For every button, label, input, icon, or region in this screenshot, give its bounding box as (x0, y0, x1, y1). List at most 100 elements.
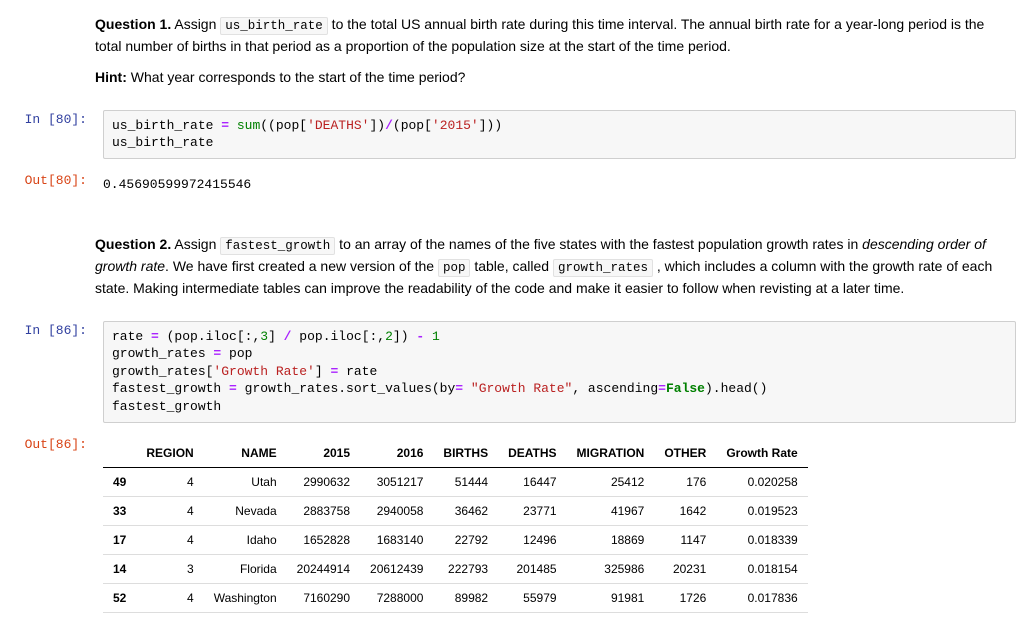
table-cell: Utah (204, 467, 287, 496)
col-header: NAME (204, 439, 287, 468)
table-cell: 16447 (498, 467, 566, 496)
table-cell: 2990632 (287, 467, 360, 496)
table-cell: 0.020258 (716, 467, 807, 496)
output-cell-80: Out[80]: 0.45690599972415546 (0, 167, 1024, 203)
table-cell: 41967 (567, 496, 655, 525)
dataframe: REGION NAME 2015 2016 BIRTHS DEATHS MIGR… (103, 439, 808, 613)
inline-code: growth_rates (553, 259, 653, 277)
table-cell: 4 (136, 467, 203, 496)
table-cell: 4 (136, 525, 203, 554)
table-cell: 1147 (654, 525, 716, 554)
table-row: 494Utah299063230512175144416447254121760… (103, 467, 808, 496)
table-cell: 3051217 (360, 467, 433, 496)
in-prompt: In [80]: (0, 106, 95, 163)
out-prompt: Out[86]: (0, 431, 95, 617)
table-cell: 25412 (567, 467, 655, 496)
table-cell: 2940058 (360, 496, 433, 525)
q2-t4: table, called (470, 258, 553, 274)
inline-code: fastest_growth (220, 237, 335, 255)
output-cell-86: Out[86]: REGION NAME 2015 2016 BIRTHS DE… (0, 431, 1024, 617)
empty-prompt (0, 10, 95, 102)
table-cell: 0.019523 (716, 496, 807, 525)
col-header: REGION (136, 439, 203, 468)
table-cell: 1683140 (360, 525, 433, 554)
table-cell: 222793 (433, 554, 498, 583)
table-header-row: REGION NAME 2015 2016 BIRTHS DEATHS MIGR… (103, 439, 808, 468)
output-text: 0.45690599972415546 (103, 171, 1016, 199)
table-cell: Nevada (204, 496, 287, 525)
table-row: 174Idaho16528281683140227921249618869114… (103, 525, 808, 554)
table-cell: 1726 (654, 583, 716, 612)
table-cell: 12496 (498, 525, 566, 554)
markdown-content: Question 2. Assign fastest_growth to an … (95, 230, 1024, 313)
row-index: 33 (103, 496, 136, 525)
table-cell: 0.018154 (716, 554, 807, 583)
output-content: REGION NAME 2015 2016 BIRTHS DEATHS MIGR… (95, 431, 1024, 617)
table-cell: 0.018339 (716, 525, 807, 554)
col-header: 2016 (360, 439, 433, 468)
col-header: BIRTHS (433, 439, 498, 468)
q1-text-a: Assign (171, 16, 220, 32)
code-input[interactable]: us_birth_rate = sum((pop['DEATHS'])/(pop… (103, 110, 1016, 159)
markdown-content: Question 1. Assign us_birth_rate to the … (95, 10, 1024, 102)
col-header: OTHER (654, 439, 716, 468)
table-cell: 176 (654, 467, 716, 496)
col-header: 2015 (287, 439, 360, 468)
code-content: rate = (pop.iloc[:,3] / pop.iloc[:,2]) -… (95, 317, 1024, 427)
inline-code: us_birth_rate (220, 17, 328, 35)
table-cell: 89982 (433, 583, 498, 612)
table-row: 143Florida202449142061243922279320148532… (103, 554, 808, 583)
table-row: 524Washington716029072880008998255979919… (103, 583, 808, 612)
markdown-cell-q1: Question 1. Assign us_birth_rate to the … (0, 10, 1024, 102)
table-cell: 201485 (498, 554, 566, 583)
table-cell: 22792 (433, 525, 498, 554)
table-cell: 325986 (567, 554, 655, 583)
table-cell: 51444 (433, 467, 498, 496)
table-cell: Florida (204, 554, 287, 583)
row-index: 14 (103, 554, 136, 583)
table-cell: 91981 (567, 583, 655, 612)
code-cell-86: In [86]: rate = (pop.iloc[:,3] / pop.ilo… (0, 317, 1024, 427)
table-cell: 7288000 (360, 583, 433, 612)
table-cell: 4 (136, 496, 203, 525)
row-index: 49 (103, 467, 136, 496)
table-row: 334Nevada2883758294005836462237714196716… (103, 496, 808, 525)
hint-label: Hint: (95, 69, 127, 85)
out-prompt: Out[80]: (0, 167, 95, 203)
col-header: DEATHS (498, 439, 566, 468)
code-input[interactable]: rate = (pop.iloc[:,3] / pop.iloc[:,2]) -… (103, 321, 1016, 423)
q2-t3: . We have first created a new version of… (165, 258, 438, 274)
table-cell: 1642 (654, 496, 716, 525)
table-cell: 23771 (498, 496, 566, 525)
col-header (103, 439, 136, 468)
code-cell-80: In [80]: us_birth_rate = sum((pop['DEATH… (0, 106, 1024, 163)
table-cell: Washington (204, 583, 287, 612)
notebook: Question 1. Assign us_birth_rate to the … (0, 10, 1024, 617)
table-cell: 18869 (567, 525, 655, 554)
table-cell: 20231 (654, 554, 716, 583)
table-cell: 7160290 (287, 583, 360, 612)
spacer (0, 206, 1024, 230)
question-label: Question 2. (95, 236, 171, 252)
row-index: 17 (103, 525, 136, 554)
table-cell: 2883758 (287, 496, 360, 525)
col-header: Growth Rate (716, 439, 807, 468)
hint-text: What year corresponds to the start of th… (127, 69, 466, 85)
question-label: Question 1. (95, 16, 171, 32)
table-cell: 55979 (498, 583, 566, 612)
row-index: 52 (103, 583, 136, 612)
inline-code: pop (438, 259, 471, 277)
in-prompt: In [86]: (0, 317, 95, 427)
empty-prompt (0, 230, 95, 313)
table-cell: 4 (136, 583, 203, 612)
code-content: us_birth_rate = sum((pop['DEATHS'])/(pop… (95, 106, 1024, 163)
output-content: 0.45690599972415546 (95, 167, 1024, 203)
table-cell: Idaho (204, 525, 287, 554)
table-cell: 36462 (433, 496, 498, 525)
table-cell: 20244914 (287, 554, 360, 583)
markdown-cell-q2: Question 2. Assign fastest_growth to an … (0, 230, 1024, 313)
col-header: MIGRATION (567, 439, 655, 468)
table-cell: 1652828 (287, 525, 360, 554)
q2-t1: Assign (171, 236, 220, 252)
table-cell: 3 (136, 554, 203, 583)
